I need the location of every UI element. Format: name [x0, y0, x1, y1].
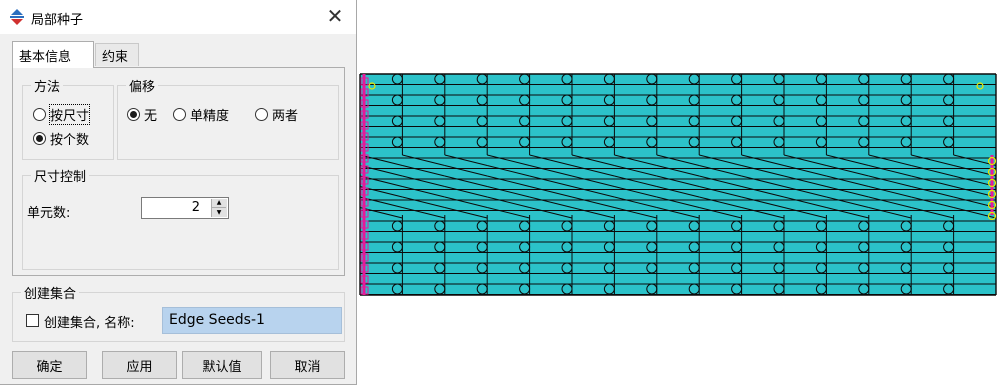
method-group-title: 方法 — [31, 76, 64, 95]
size-control-group: 尺寸控制 单元数: — [22, 166, 339, 270]
size-control-title: 尺寸控制 — [31, 166, 90, 185]
ok-button[interactable]: 确定 — [12, 351, 87, 379]
bias-double-radio[interactable]: 两者 — [255, 105, 298, 124]
local-seeds-dialog: 局部种子 ✕ 基本信息 约束 方法 按尺寸 按个数 偏移 无 单精度 两者 尺寸… — [0, 0, 357, 385]
method-by-size-radio[interactable]: 按尺寸 — [33, 104, 91, 125]
apply-button[interactable]: 应用 — [102, 351, 177, 379]
dialog-titlebar[interactable]: 局部种子 ✕ — [0, 0, 356, 34]
element-count-label: 单元数: — [27, 206, 71, 221]
spinbox-buttons: ▲ ▼ — [211, 199, 227, 217]
create-set-checkbox[interactable] — [26, 314, 39, 327]
create-set-group: 创建集合 创建集合, 名称: Edge Seeds-1 — [12, 283, 345, 342]
radio-circle — [255, 108, 268, 121]
create-set-title: 创建集合 — [21, 283, 80, 302]
bias-double-label: 两者 — [272, 109, 299, 124]
close-icon[interactable]: ✕ — [324, 6, 346, 28]
bias-single-radio[interactable]: 单精度 — [173, 105, 229, 124]
dialog-title: 局部种子 — [31, 13, 84, 28]
bias-none-label: 无 — [144, 109, 158, 124]
create-set-label: 创建集合, 名称: — [44, 316, 135, 331]
radio-circle — [173, 108, 186, 121]
element-count-value[interactable]: 2 — [192, 200, 200, 215]
element-count-spinbox[interactable]: 2 ▲ ▼ — [141, 197, 229, 219]
method-group: 方法 按尺寸 按个数 — [22, 76, 114, 160]
tab-panel-basic-info: 方法 按尺寸 按个数 偏移 无 单精度 两者 尺寸控制 单元数: 2 ▲ ▼ — [12, 67, 345, 276]
radio-circle — [33, 132, 46, 145]
spin-down-icon[interactable]: ▼ — [212, 208, 226, 217]
radio-circle — [33, 108, 46, 121]
app-icon — [10, 9, 24, 25]
method-by-count-radio[interactable]: 按个数 — [33, 129, 89, 148]
tab-basic-info[interactable]: 基本信息 — [12, 41, 94, 68]
method-by-count-label: 按个数 — [50, 133, 90, 148]
radio-circle — [127, 108, 140, 121]
bias-single-label: 单精度 — [190, 109, 230, 124]
tab-constraints[interactable]: 约束 — [95, 43, 139, 66]
mesh-lower-region — [360, 215, 996, 295]
bias-group-title: 偏移 — [126, 76, 159, 95]
defaults-button[interactable]: 默认值 — [182, 351, 262, 379]
set-name-input[interactable]: Edge Seeds-1 — [162, 307, 342, 334]
bias-none-radio[interactable]: 无 — [127, 105, 157, 124]
spin-up-icon[interactable]: ▲ — [212, 199, 226, 208]
cancel-button[interactable]: 取消 — [270, 351, 345, 379]
method-by-size-label: 按尺寸 — [48, 104, 91, 125]
bias-group: 偏移 无 单精度 两者 — [117, 76, 339, 160]
